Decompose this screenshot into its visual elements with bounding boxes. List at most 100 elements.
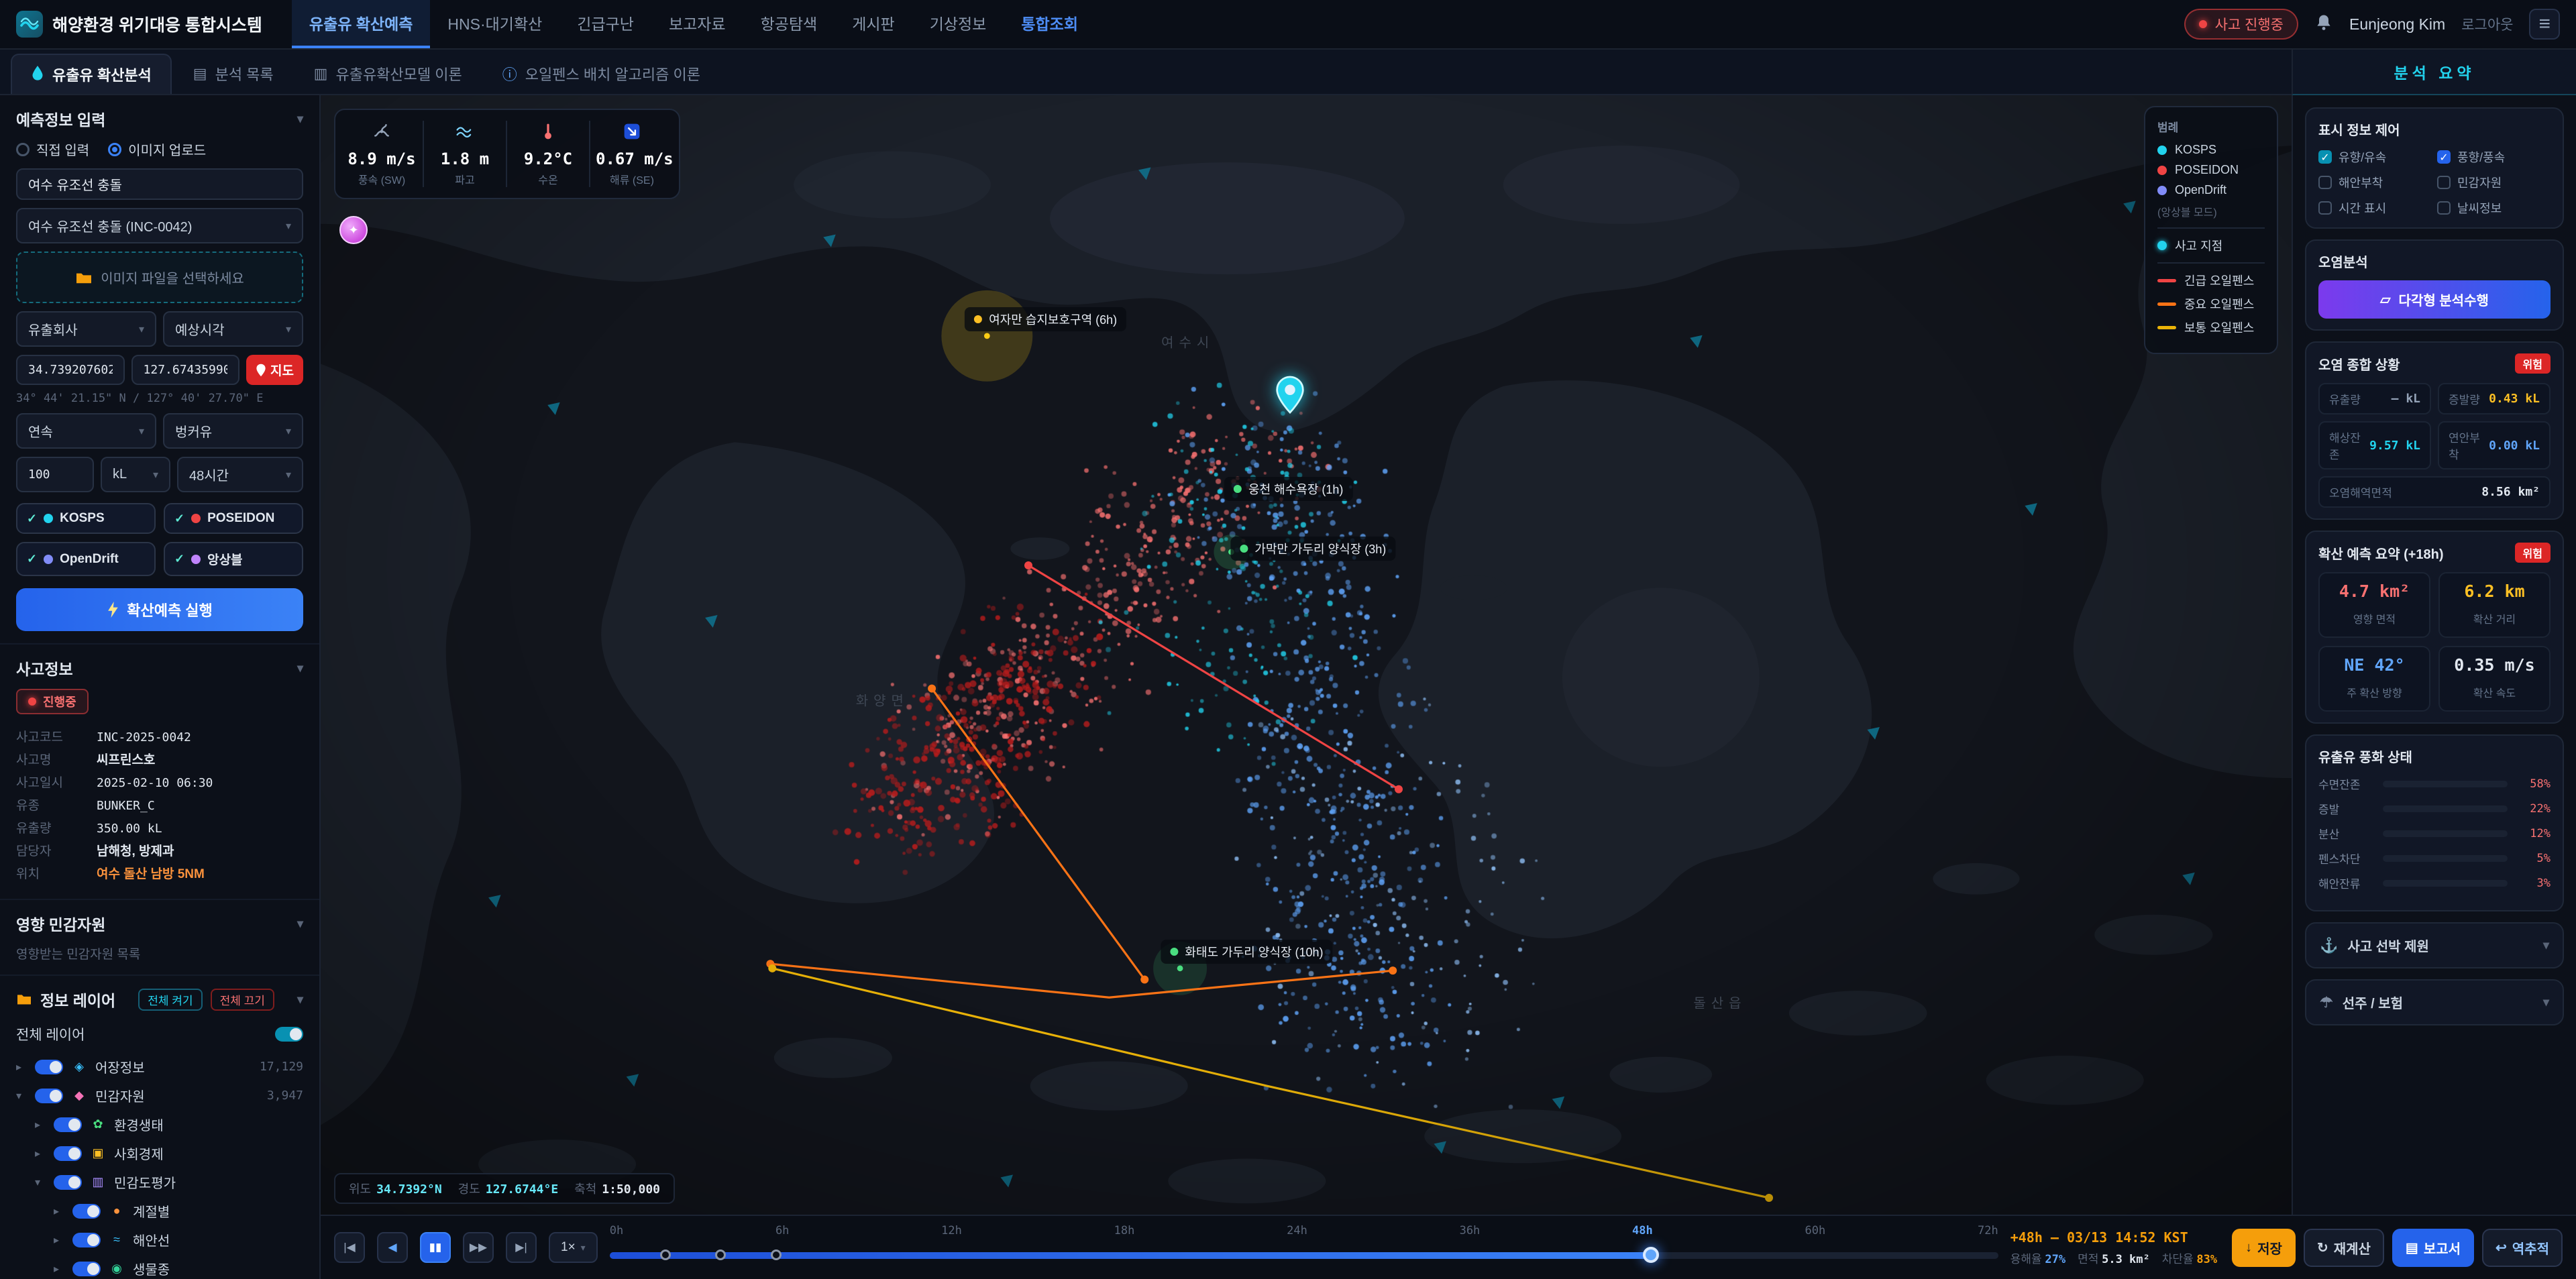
layers-all-on-button[interactable]: 전체 켜기 (138, 989, 202, 1011)
layer-row-sensitive[interactable]: ▾ ◆ 민감자원 3,947 (16, 1081, 303, 1110)
layer-row-socioeconomic[interactable]: ▸ ▣ 사회경제 (16, 1139, 303, 1168)
ship-spec-section[interactable]: ⚓ 사고 선박 제원 ▾ (2305, 922, 2564, 968)
layer-toggle[interactable] (54, 1146, 82, 1161)
layer-toggle[interactable] (72, 1233, 101, 1247)
layer-toggle[interactable] (35, 1089, 63, 1103)
site-dot-icon (1234, 485, 1242, 493)
prediction-section-header[interactable]: 예측정보 입력 ▾ (16, 107, 303, 130)
save-button[interactable]: ↓저장 (2232, 1229, 2296, 1267)
menu-item-rescue[interactable]: 긴급구난 (559, 0, 651, 48)
tab-model-theory[interactable]: ▥ 유출유확산모델 이론 (295, 54, 481, 94)
pause-button[interactable]: ▮▮ (420, 1232, 451, 1263)
checkbox-shore-adhesion[interactable]: 해안부착 (2318, 174, 2432, 191)
hamburger-menu-icon[interactable]: ≡ (2529, 9, 2560, 40)
playback-speed-select[interactable]: 1×▾ (549, 1232, 598, 1263)
layer-toggle[interactable] (35, 1060, 63, 1074)
menu-item-board[interactable]: 게시판 (835, 0, 912, 48)
chevron-right-icon: ▸ (35, 1147, 46, 1160)
time-slider[interactable]: 0h 6h 12h 18h 24h 36h 48h 60h 72h (610, 1216, 1998, 1279)
layer-row-seasonal[interactable]: ▸ ● 계절별 (16, 1197, 303, 1225)
map-measure-tool-button[interactable]: ✦ (339, 216, 368, 244)
longitude-input[interactable] (131, 355, 240, 385)
incident-location-pin[interactable] (1275, 376, 1305, 420)
model-chip-kosps[interactable]: ✓KOSPS (16, 503, 156, 534)
radio-image-upload[interactable]: 이미지 업로드 (108, 140, 206, 159)
model-chip-poseidon[interactable]: ✓POSEIDON (164, 503, 303, 534)
latitude-input[interactable] (16, 355, 125, 385)
tab-analysis-list[interactable]: ▤ 분석 목록 (174, 54, 292, 94)
checkbox-weather-info[interactable]: 날씨정보 (2437, 199, 2551, 217)
stat-sea-remaining: 해상잔존9.57 kL (2318, 421, 2431, 469)
row-value: BUNKER_C (97, 799, 155, 813)
layer-row-coastline[interactable]: ▸ ≈ 해안선 (16, 1225, 303, 1254)
pick-on-map-button[interactable]: 지도 (246, 355, 303, 385)
incident-section-header[interactable]: 사고정보 ▾ (16, 657, 303, 679)
chevron-down-icon: ▾ (139, 323, 144, 336)
check-icon: ✓ (27, 552, 37, 566)
notification-bell-icon[interactable] (2314, 12, 2333, 37)
incident-badge-label: 사고 진행중 (2215, 14, 2284, 34)
checkbox-wind-vector[interactable]: 풍향/풍속 (2437, 148, 2551, 166)
checkbox-sensitive-resources[interactable]: 민감자원 (2437, 174, 2551, 191)
run-prediction-button[interactable]: 확산예측 실행 (16, 588, 303, 631)
layer-toggle[interactable] (72, 1262, 101, 1276)
incident-name-input[interactable] (16, 168, 303, 200)
company-select[interactable]: 유출회사▾ (16, 311, 156, 347)
layer-toggle[interactable] (54, 1175, 82, 1190)
slider-track[interactable] (610, 1252, 1998, 1259)
tick-label: 6h (775, 1224, 789, 1237)
layer-row-species[interactable]: ▸ ◉ 생물종 (16, 1254, 303, 1279)
layer-row-fishery[interactable]: ▸ ◈ 어장정보 17,129 (16, 1052, 303, 1081)
checkbox-time-display[interactable]: 시간 표시 (2318, 199, 2432, 217)
layer-toggle[interactable] (72, 1204, 101, 1219)
temperature-cell: 9.2°C 수온 (507, 121, 590, 187)
model-chip-ensemble[interactable]: ✓앙상블 (164, 542, 303, 576)
tick-label: 36h (1460, 1224, 1481, 1237)
tab-label: 분석 목록 (215, 63, 274, 85)
menu-item-spill-prediction[interactable]: 유출유 확산예측 (292, 0, 431, 48)
amount-input[interactable] (16, 457, 94, 492)
menu-item-hns[interactable]: HNS·대기확산 (430, 0, 559, 48)
layers-all-off-button[interactable]: 전체 끄기 (211, 989, 274, 1011)
legend-line-icon (2157, 326, 2176, 329)
status-dot-icon (28, 698, 36, 706)
menu-item-integrated-search[interactable]: 통합조회 (1004, 0, 1095, 48)
polygon-analysis-button[interactable]: ▱ 다각형 분석수행 (2318, 280, 2551, 319)
expected-time-select[interactable]: 예상시각▾ (163, 311, 303, 347)
unit-select[interactable]: kL▾ (101, 457, 170, 492)
image-dropzone[interactable]: 이미지 파일을 선택하세요 (16, 252, 303, 303)
menu-item-aerial-search[interactable]: 항공탐색 (743, 0, 835, 48)
layer-toggle[interactable] (54, 1117, 82, 1132)
incident-select[interactable]: 여수 유조선 충돌 (INC-0042) ▾ (16, 208, 303, 243)
map[interactable]: 여수시 화양면 돌산읍 여자만 습지보호구역 (6h) 웅천 해수욕장 (1h)… (321, 95, 2292, 1215)
layer-row-sensitivity-eval[interactable]: ▾ ▥ 민감도평가 (16, 1168, 303, 1197)
backtrack-button[interactable]: ↩역추적 (2482, 1229, 2563, 1267)
slider-handle[interactable] (1643, 1247, 1659, 1263)
radio-direct-input[interactable]: 직접 입력 (16, 140, 89, 159)
tab-diffusion-analysis[interactable]: 유출유 확산분석 (11, 54, 172, 94)
kpi-value: 4.7 km² (2325, 581, 2424, 601)
step-back-button[interactable]: ◀ (377, 1232, 408, 1263)
duration-select[interactable]: 48시간▾ (177, 457, 303, 492)
legend-item-fence-normal: 보통 오일펜스 (2157, 319, 2265, 336)
row-label: 사고명 (16, 750, 86, 768)
menu-item-weather[interactable]: 기상정보 (912, 0, 1004, 48)
menu-item-reports[interactable]: 보고자료 (651, 0, 743, 48)
oil-type-select[interactable]: 벙커유▾ (163, 413, 303, 449)
document-icon: ▤ (2406, 1239, 2418, 1256)
layer-row-eco[interactable]: ▸ ✿ 환경생태 (16, 1110, 303, 1139)
model-chip-opendrift[interactable]: ✓OpenDrift (16, 542, 156, 576)
recalculate-button[interactable]: ↻재계산 (2304, 1229, 2384, 1267)
checkbox-current-vector[interactable]: 유향/유속 (2318, 148, 2432, 166)
skip-to-end-button[interactable]: ▶| (506, 1232, 537, 1263)
logout-button[interactable]: 로그아웃 (2461, 14, 2513, 34)
report-button[interactable]: ▤보고서 (2392, 1229, 2474, 1267)
sensitive-section-header[interactable]: 영향 민감자원 ▾ (16, 912, 303, 935)
release-type-select[interactable]: 연속▾ (16, 413, 156, 449)
tab-boom-algorithm-theory[interactable]: ⓘ 오일펜스 배치 알고리즘 이론 (484, 54, 719, 94)
master-layer-toggle[interactable] (275, 1027, 303, 1042)
skip-to-start-button[interactable]: |◀ (334, 1232, 365, 1263)
place-label: 여수시 (1161, 332, 1214, 351)
fast-forward-button[interactable]: ▶▶ (463, 1232, 494, 1263)
owner-insurance-section[interactable]: ☂ 선주 / 보험 ▾ (2305, 979, 2564, 1025)
